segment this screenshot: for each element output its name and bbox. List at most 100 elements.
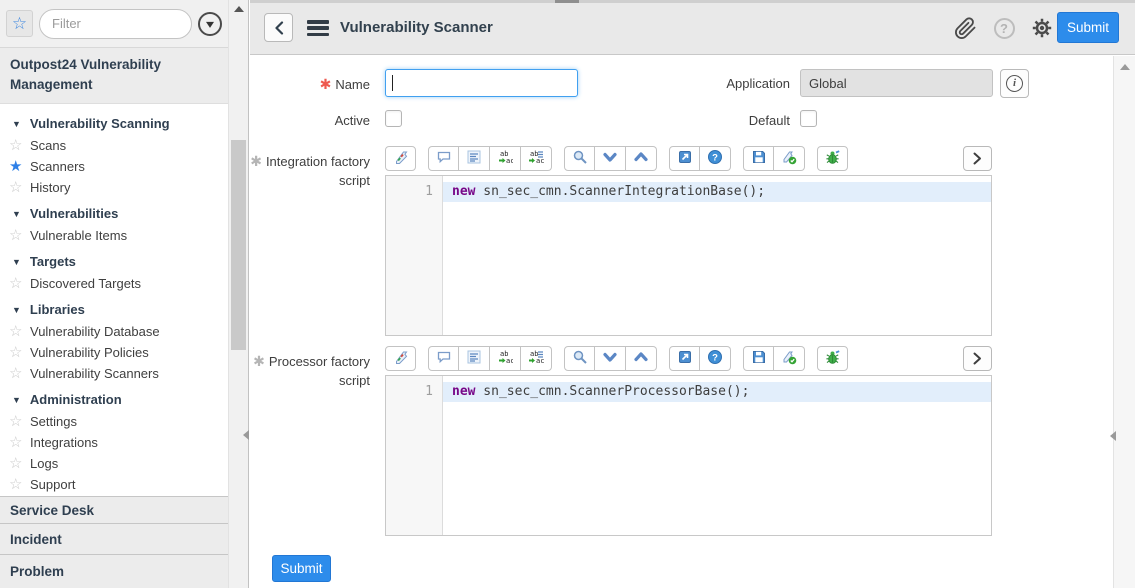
horizontal-scrollbar[interactable] xyxy=(250,0,1135,3)
open-in-window-button[interactable] xyxy=(669,146,700,171)
sidebar-item-history[interactable]: ☆History xyxy=(0,177,228,198)
favorites-star-icon[interactable]: ☆ xyxy=(6,10,33,37)
star-icon[interactable]: ☆ xyxy=(9,137,30,155)
settings-gear-icon[interactable] xyxy=(1030,16,1054,40)
comment-button[interactable] xyxy=(428,346,459,371)
search-button[interactable] xyxy=(564,346,595,371)
sidebar-item-vulnerability-scanners[interactable]: ☆Vulnerability Scanners xyxy=(0,363,228,384)
sidebar-scrollbar[interactable] xyxy=(228,0,249,588)
sidebar-item-support[interactable]: ☆Support xyxy=(0,474,228,495)
sidebar-item-discovered-targets[interactable]: ☆Discovered Targets xyxy=(0,273,228,294)
line-number-gutter: 1 xyxy=(386,176,443,335)
default-checkbox[interactable] xyxy=(800,110,817,127)
nav-section-targets[interactable]: ▼Targets xyxy=(0,249,228,273)
syntax-check-icon xyxy=(393,349,409,368)
nav-section-libraries[interactable]: ▼Libraries xyxy=(0,297,228,321)
sidebar-item-scans[interactable]: ☆Scans xyxy=(0,135,228,156)
save-button[interactable] xyxy=(743,146,774,171)
code-area[interactable]: new sn_sec_cmn.ScannerProcessorBase(); xyxy=(443,376,991,535)
form-scrollbar[interactable] xyxy=(1113,56,1135,588)
nav-section-vulnerability-scanning[interactable]: ▼Vulnerability Scanning xyxy=(0,111,228,135)
submit-button[interactable]: Submit xyxy=(1057,12,1119,43)
syntax-check-button[interactable] xyxy=(385,146,416,171)
sidebar-item-logs[interactable]: ☆Logs xyxy=(0,453,228,474)
nav-section-administration[interactable]: ▼Administration xyxy=(0,387,228,411)
format-code-icon xyxy=(466,349,482,368)
star-icon[interactable]: ☆ xyxy=(9,455,30,473)
submit-button-bottom[interactable]: Submit xyxy=(272,555,331,582)
debug-button[interactable] xyxy=(817,146,848,171)
scroll-up-icon[interactable] xyxy=(1120,64,1130,70)
collapse-pane-icon[interactable] xyxy=(243,430,249,440)
form-context-menu-icon[interactable] xyxy=(307,20,329,36)
validate-button[interactable] xyxy=(774,346,805,371)
sidebar-item-scanners[interactable]: ★Scanners xyxy=(0,156,228,177)
processor-script-editor[interactable]: 1 new sn_sec_cmn.ScannerProcessorBase(); xyxy=(385,375,992,536)
sidebar-item-vulnerable-items[interactable]: ☆Vulnerable Items xyxy=(0,225,228,246)
application-info-button[interactable]: i xyxy=(1000,69,1029,98)
name-input[interactable] xyxy=(385,69,578,97)
integration-script-editor[interactable]: 1 new sn_sec_cmn.ScannerIntegrationBase(… xyxy=(385,175,992,336)
filter-input[interactable] xyxy=(39,9,192,39)
line-number-gutter: 1 xyxy=(386,376,443,535)
validate-button[interactable] xyxy=(774,146,805,171)
app-section-incident[interactable]: Incident xyxy=(0,523,228,554)
find-next-button[interactable] xyxy=(595,346,626,371)
app-section-problem[interactable]: Problem xyxy=(0,554,228,588)
star-icon[interactable]: ☆ xyxy=(9,365,30,383)
svg-text:?: ? xyxy=(712,353,718,364)
save-icon xyxy=(751,349,767,368)
mandatory-filled-icon: ✱ xyxy=(253,353,265,369)
favorite-star-icon[interactable]: ★ xyxy=(9,158,30,176)
expand-editor-button[interactable] xyxy=(963,146,992,171)
comment-button[interactable] xyxy=(428,146,459,171)
page-title: Vulnerability Scanner xyxy=(340,0,493,55)
sidebar-item-integrations[interactable]: ☆Integrations xyxy=(0,432,228,453)
find-previous-button[interactable] xyxy=(626,146,657,171)
active-checkbox[interactable] xyxy=(385,110,402,127)
star-icon[interactable]: ☆ xyxy=(9,476,30,494)
replace-all-button[interactable]: abac xyxy=(521,346,552,371)
attachment-icon[interactable] xyxy=(953,16,977,40)
nav-section-vulnerabilities[interactable]: ▼Vulnerabilities xyxy=(0,201,228,225)
star-icon[interactable]: ☆ xyxy=(9,323,30,341)
format-code-button[interactable] xyxy=(459,346,490,371)
required-icon: ✱ xyxy=(320,76,332,92)
syntax-check-button[interactable] xyxy=(385,346,416,371)
save-button[interactable] xyxy=(743,346,774,371)
star-icon[interactable]: ☆ xyxy=(9,227,30,245)
app-title: Outpost24 Vulnerability Management xyxy=(0,48,228,104)
star-icon[interactable]: ☆ xyxy=(9,344,30,362)
replace-button[interactable]: abac xyxy=(490,346,521,371)
help-icon[interactable]: ? xyxy=(992,16,1016,40)
navigator-menu-icon[interactable] xyxy=(198,12,222,36)
replace-button[interactable]: abac xyxy=(490,146,521,171)
scroll-up-icon[interactable] xyxy=(234,6,244,12)
code-area[interactable]: new sn_sec_cmn.ScannerIntegrationBase(); xyxy=(443,176,991,335)
search-button[interactable] xyxy=(564,146,595,171)
collapse-pane-icon[interactable] xyxy=(1110,431,1116,441)
app-section-service-desk[interactable]: Service Desk xyxy=(0,496,228,523)
chevron-left-icon xyxy=(273,21,285,35)
find-next-button[interactable] xyxy=(595,146,626,171)
chevron-right-icon xyxy=(972,352,983,365)
open-in-window-button[interactable] xyxy=(669,346,700,371)
expand-editor-button[interactable] xyxy=(963,346,992,371)
format-code-button[interactable] xyxy=(459,146,490,171)
find-previous-button[interactable] xyxy=(626,346,657,371)
sidebar-item-settings[interactable]: ☆Settings xyxy=(0,411,228,432)
sidebar-item-vulnerability-policies[interactable]: ☆Vulnerability Policies xyxy=(0,342,228,363)
scripting-help-button[interactable]: ? xyxy=(700,146,731,171)
star-icon[interactable]: ☆ xyxy=(9,275,30,293)
replace-icon: abac xyxy=(497,349,513,368)
back-button[interactable] xyxy=(264,13,293,42)
sidebar-item-vulnerability-database[interactable]: ☆Vulnerability Database xyxy=(0,321,228,342)
star-icon[interactable]: ☆ xyxy=(9,434,30,452)
star-icon[interactable]: ☆ xyxy=(9,413,30,431)
validate-icon xyxy=(781,349,797,368)
replace-all-button[interactable]: abac xyxy=(521,146,552,171)
scrollbar-thumb[interactable] xyxy=(231,140,246,350)
scripting-help-button[interactable]: ? xyxy=(700,346,731,371)
star-icon[interactable]: ☆ xyxy=(9,179,30,197)
debug-button[interactable] xyxy=(817,346,848,371)
